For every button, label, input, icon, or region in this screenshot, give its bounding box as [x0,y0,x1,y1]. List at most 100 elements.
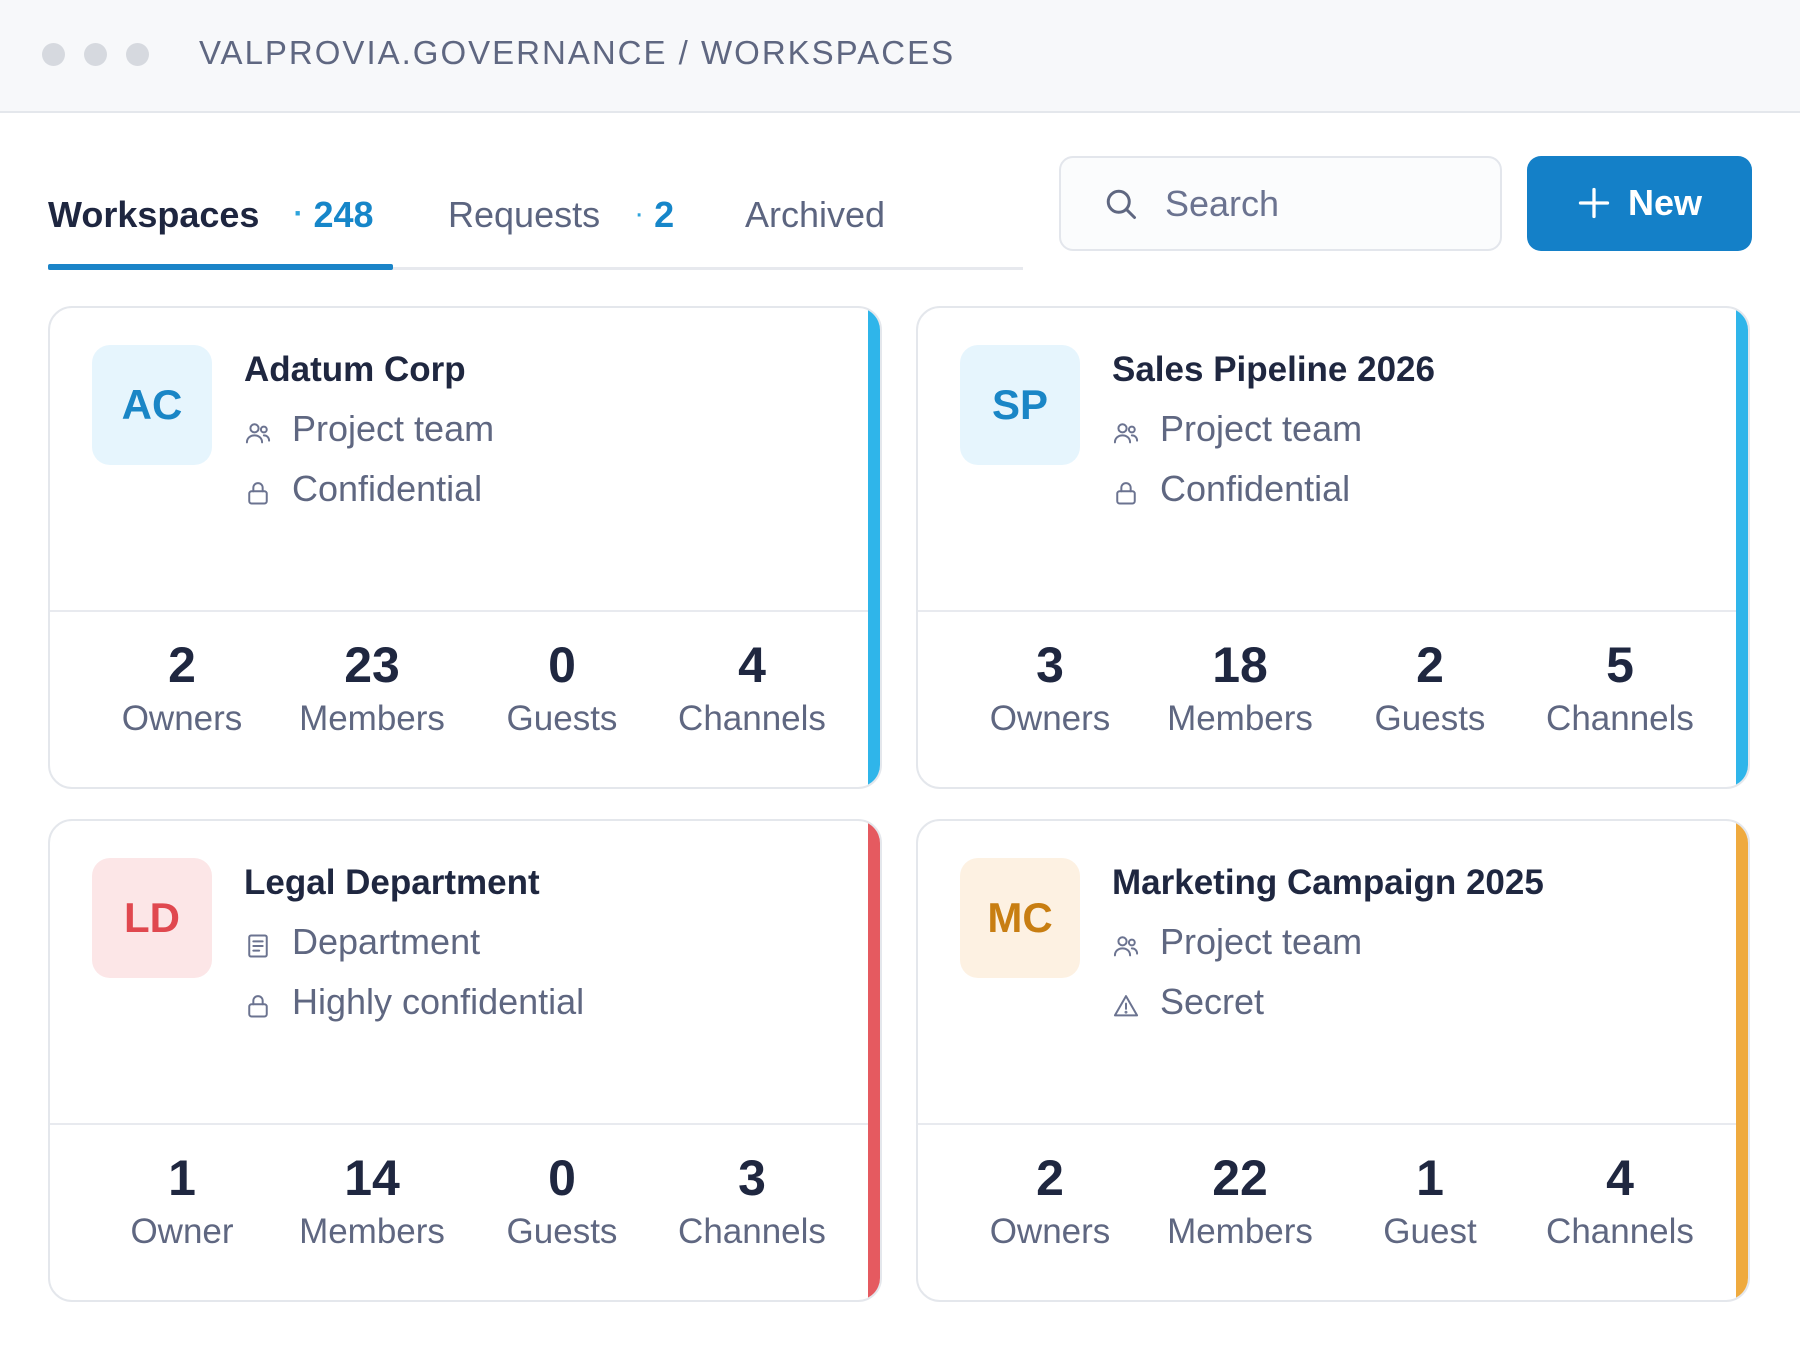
stat-label: Owners [121,699,243,738]
workspace-avatar: SP [960,345,1080,465]
breadcrumb: VALPROVIA.GOVERNANCE / WORKSPACES [199,34,956,71]
stat-label: Channels [678,699,826,738]
workspace-type-label: Project team [1160,408,1363,449]
tab-label: Requests [448,194,601,235]
stat-value: 5 [1606,637,1634,693]
window-maximize-dot[interactable] [126,43,149,66]
members-stat: 18 Members [1145,633,1335,741]
owners-stat: 2 Owners [87,633,277,741]
workspace-type-label: Department [292,921,481,962]
search-icon [1106,189,1136,219]
guests-stat: 0 Guests [467,1146,657,1254]
sensitivity-color-stripe [868,821,880,1300]
stat-value: 18 [1212,637,1268,693]
stat-value: 0 [548,637,576,693]
tab-bar: Workspaces · 248 Requests · 2 Archived [48,156,1023,270]
workspace-type-label: Project team [292,408,495,449]
window-minimize-dot[interactable] [84,43,107,66]
owners-stat: 1 Owner [87,1146,277,1254]
stat-label: Guest [1383,1212,1477,1251]
workspace-card[interactable]: MC Marketing Campaign 2025 Project team … [916,819,1750,1302]
workspace-card[interactable]: SP Sales Pipeline 2026 Project team Conf… [916,306,1750,789]
tab-separator: · [634,197,645,230]
stat-label: Channels [678,1212,826,1251]
sensitivity-color-stripe [1736,308,1748,787]
lock-icon [1112,474,1140,505]
workspace-sensitivity-label: Confidential [1160,468,1351,509]
channels-stat: 4 Channels [657,633,847,741]
workspace-title[interactable]: Legal Department [244,863,540,903]
workspace-avatar: AC [92,345,212,465]
stat-label: Guests [506,1212,618,1251]
tab-requests[interactable]: Requests · 2 [448,194,674,270]
card-divider [50,1123,872,1125]
lock-icon [244,474,272,505]
tab-label: Workspaces [48,194,260,235]
workspace-card[interactable]: AC Adatum Corp Project team Confidential… [48,306,882,789]
stat-label: Channels [1546,1212,1694,1251]
tab-archived[interactable]: Archived [745,194,885,270]
channels-stat: 3 Channels [657,1146,847,1254]
stat-value: 0 [548,1150,576,1206]
people-icon [244,414,272,444]
stat-value: 4 [1606,1150,1634,1206]
members-stat: 23 Members [277,633,467,741]
workspace-avatar: MC [960,858,1080,978]
warning-icon [1112,987,1140,1017]
workspace-title[interactable]: Adatum Corp [244,350,466,390]
stat-label: Owners [989,699,1111,738]
window-close-dot[interactable] [42,43,65,66]
stat-label: Owners [989,1212,1111,1251]
stat-value: 1 [1416,1150,1444,1206]
stat-label: Owner [130,1212,234,1251]
workspace-card[interactable]: LD Legal Department Department Highly co… [48,819,882,1302]
members-stat: 14 Members [277,1146,467,1254]
tab-count-badge: 248 [313,194,374,235]
workspace-title[interactable]: Sales Pipeline 2026 [1112,350,1435,390]
workspace-avatar: LD [92,858,212,978]
tab-count-badge: 2 [654,194,675,235]
guests-stat: 0 Guests [467,633,657,741]
workspace-type-label: Project team [1160,921,1363,962]
lock-icon [244,987,272,1018]
tab-separator: · [293,197,304,230]
owners-stat: 3 Owners [955,633,1145,741]
workspace-title[interactable]: Marketing Campaign 2025 [1112,863,1544,903]
people-icon [1112,414,1140,444]
sensitivity-color-stripe [868,308,880,787]
workspace-sensitivity-label: Confidential [292,468,483,509]
members-stat: 22 Members [1145,1146,1335,1254]
stat-value: 2 [168,637,196,693]
stat-value: 4 [738,637,766,693]
card-divider [918,1123,1740,1125]
workspace-sensitivity-label: Highly confidential [292,981,585,1022]
stat-label: Members [1167,1212,1313,1251]
search-box[interactable] [1059,156,1502,251]
active-tab-indicator [48,264,393,270]
stat-label: Members [1167,699,1313,738]
new-workspace-button[interactable]: New [1527,156,1752,251]
stat-value: 1 [168,1150,196,1206]
stat-value: 3 [1036,637,1064,693]
channels-stat: 5 Channels [1525,633,1715,741]
search-input[interactable] [1165,174,1485,234]
card-divider [50,610,872,612]
plus-icon [1578,187,1610,219]
card-divider [918,610,1740,612]
stat-value: 2 [1416,637,1444,693]
people-icon [1112,927,1140,957]
tab-label: Archived [745,194,886,235]
tab-workspaces[interactable]: Workspaces · 248 [48,194,374,270]
channels-stat: 4 Channels [1525,1146,1715,1254]
stat-value: 14 [344,1150,400,1206]
guests-stat: 2 Guests [1335,633,1525,741]
stat-value: 2 [1036,1150,1064,1206]
stat-label: Guests [1374,699,1486,738]
stat-value: 23 [344,637,400,693]
document-icon [244,927,272,958]
sensitivity-color-stripe [1736,821,1748,1300]
owners-stat: 2 Owners [955,1146,1145,1254]
guests-stat: 1 Guest [1335,1146,1525,1254]
stat-label: Guests [506,699,618,738]
window-titlebar: VALPROVIA.GOVERNANCE / WORKSPACES [0,0,1800,113]
